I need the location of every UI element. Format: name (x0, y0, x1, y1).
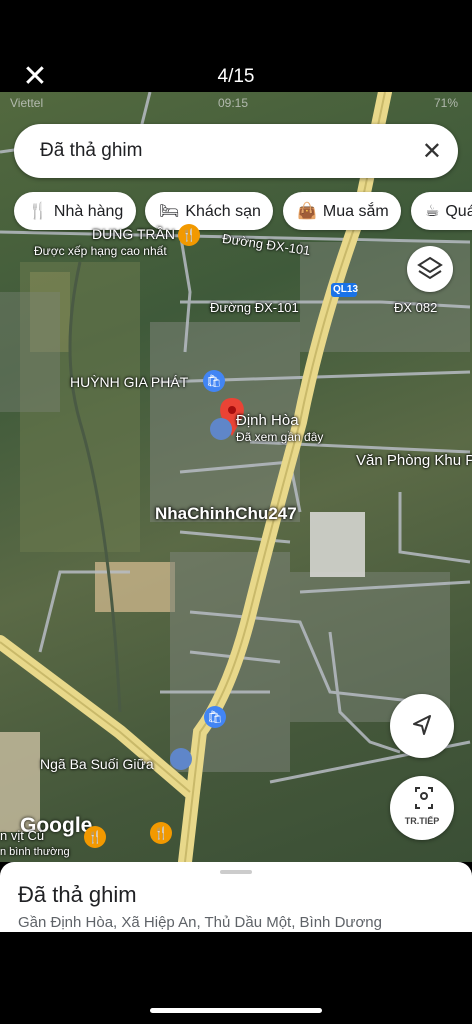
time-text: 09:15 (218, 96, 249, 110)
navigation-arrow-icon (413, 715, 431, 735)
coffee-icon: ☕ (425, 201, 440, 220)
drag-handle[interactable] (220, 870, 252, 874)
poi-sublabel: Được xếp hạng cao nhất (34, 244, 167, 258)
shopping-poi-icon[interactable]: 🛍 (204, 706, 226, 728)
device-status-bar: Viettel 09:15 71% (0, 92, 472, 114)
poi-sublabel: n bình thường (0, 846, 70, 858)
watermark-text: NhaChinhChu247 (155, 504, 297, 523)
hotel-icon: 🛏 (159, 201, 180, 220)
close-icon[interactable]: ✕ (422, 137, 442, 165)
battery-text: 71% (433, 96, 458, 110)
food-poi-icon[interactable]: 🍴 (84, 826, 106, 848)
place-address: Gần Định Hòa, Xã Hiệp An, Thủ Dầu Một, B… (18, 914, 382, 931)
chip-label: Nhà hàng (53, 203, 124, 220)
street-view-label: TR.TIẾP (404, 816, 440, 826)
image-counter: 4/15 (217, 66, 255, 87)
poi-label: Văn Phòng Khu P (356, 452, 472, 469)
food-poi-icon[interactable]: 🍴 (178, 224, 200, 246)
chip-shopping[interactable]: 👜 Mua sắm (283, 192, 401, 230)
layers-icon (417, 256, 443, 280)
road-label: Đường ĐX-101 (210, 300, 299, 315)
poi-label: n vịt Củ (0, 828, 45, 843)
poi-label: HUỲNH GIA PHÁT (70, 374, 189, 390)
chip-label: Mua sắm (322, 203, 389, 220)
carrier-text: Viettel (10, 96, 44, 110)
shopping-poi-icon[interactable]: 🛍 (203, 370, 225, 392)
street-view-icon (415, 787, 433, 809)
place-title: Đã thả ghim (18, 882, 137, 907)
road-label: ĐX 082 (394, 300, 438, 315)
shopping-bag-icon: 👜 (297, 201, 317, 220)
viewer-header: ✕ 4/15 (0, 0, 472, 92)
poi-label: DUNG TRẦN (92, 226, 175, 242)
my-location-button[interactable] (390, 694, 454, 758)
place-label: Định Hòa (236, 412, 299, 429)
street-view-button[interactable]: TR.TIẾP (390, 776, 454, 840)
chip-coffee[interactable]: ☕ Quá (411, 192, 472, 230)
place-label: Ngã Ba Suối Giữa (40, 756, 154, 772)
restaurant-icon: 🍴 (28, 201, 48, 220)
transit-poi-icon[interactable] (170, 748, 192, 770)
chip-label: Quá (445, 203, 472, 220)
chip-hotels[interactable]: 🛏 Khách sạn (145, 192, 273, 230)
search-query: Đã thả ghim (40, 140, 143, 161)
search-bar[interactable]: Đã thả ghim ✕ (14, 124, 458, 178)
food-poi-icon[interactable]: 🍴 (150, 822, 172, 844)
place-sheet[interactable]: Đã thả ghim Gần Định Hòa, Xã Hiệp An, Th… (0, 862, 472, 932)
chip-label: Khách sạn (185, 203, 261, 220)
highway-shield: QL13 (333, 284, 359, 295)
chip-restaurants[interactable]: 🍴 Nhà hàng (14, 192, 136, 230)
layers-button[interactable] (407, 246, 453, 292)
place-sublabel: Đã xem gần đây (236, 430, 324, 444)
home-indicator[interactable] (150, 1008, 322, 1013)
map-view[interactable]: Viettel 09:15 71% Đã thả ghim ✕ 🍴 Nhà hàn… (0, 92, 472, 862)
recent-place-icon[interactable] (210, 418, 232, 440)
